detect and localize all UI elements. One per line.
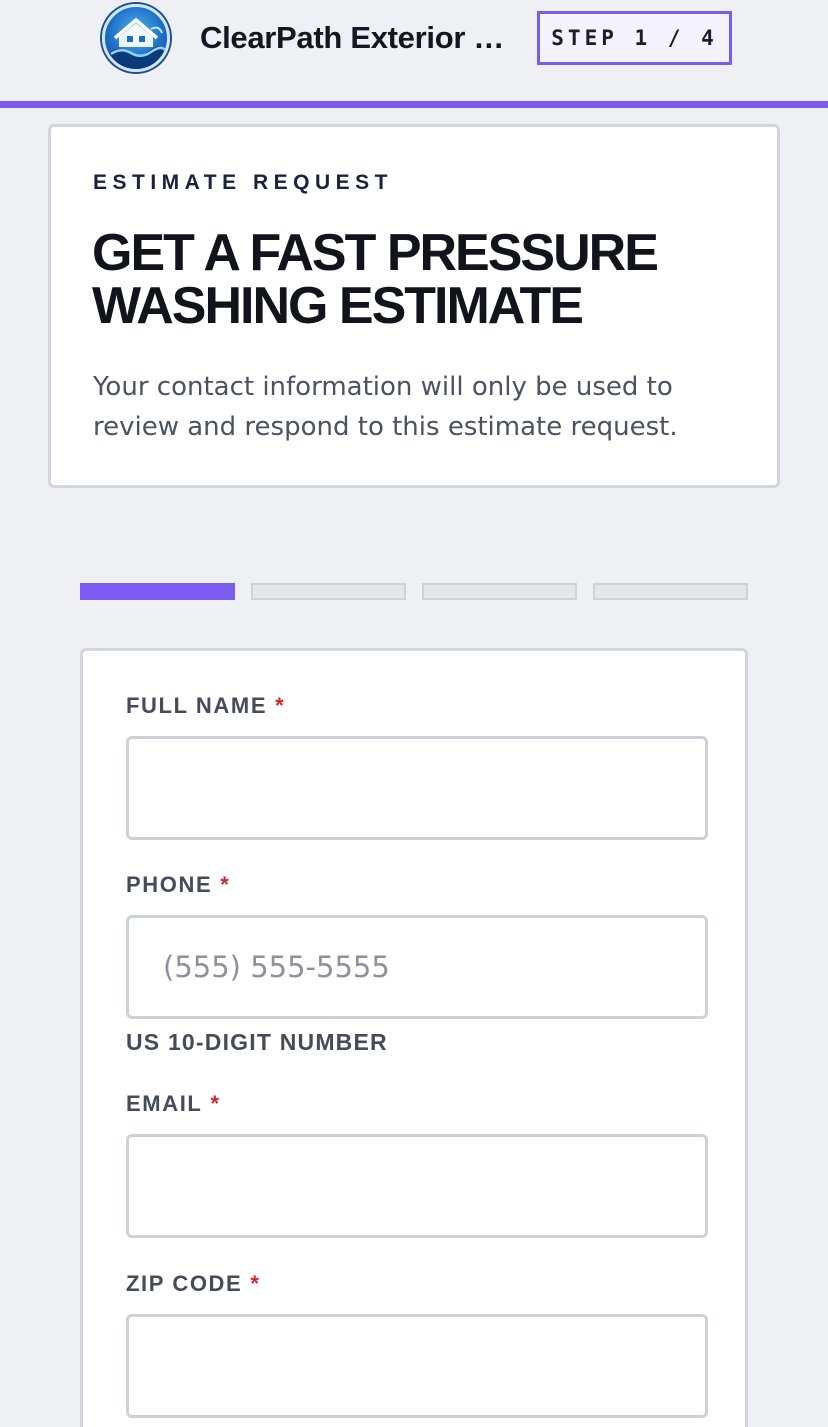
phone-hint: US 10-DIGIT NUMBER	[126, 1029, 388, 1055]
step-progress-bar	[80, 583, 748, 600]
brand-name[interactable]: ClearPath Exterior Pressure Washing	[200, 20, 515, 56]
required-asterisk: *	[220, 872, 231, 897]
eyebrow-label: ESTIMATE REQUEST	[93, 171, 393, 194]
email-label: EMAIL *	[126, 1091, 221, 1117]
intro-card: ESTIMATE REQUEST GET A FAST PRESSURE WAS…	[48, 124, 780, 488]
zip-code-label: ZIP CODE *	[126, 1271, 260, 1297]
phone-input[interactable]	[126, 915, 708, 1019]
zip-code-label-text: ZIP CODE	[126, 1271, 243, 1296]
required-asterisk: *	[210, 1091, 221, 1116]
step-indicator: STEP 1 / 4	[537, 11, 732, 65]
phone-label: PHONE *	[126, 872, 230, 898]
full-name-input[interactable]	[126, 736, 708, 840]
logo-graphic	[109, 18, 166, 69]
email-label-text: EMAIL	[126, 1091, 203, 1116]
progress-segment-1	[80, 583, 235, 600]
required-asterisk: *	[250, 1271, 261, 1296]
zip-code-input[interactable]	[126, 1314, 708, 1418]
privacy-note: Your contact information will only be us…	[93, 372, 678, 442]
progress-segment-4	[593, 583, 748, 600]
phone-label-text: PHONE	[126, 872, 213, 897]
house-wave-logo-icon[interactable]	[102, 4, 170, 72]
progress-segment-2	[251, 583, 406, 600]
full-name-label: FULL NAME *	[126, 693, 285, 719]
full-name-label-text: FULL NAME	[126, 693, 268, 718]
email-input[interactable]	[126, 1134, 708, 1238]
header-accent-rule	[0, 101, 828, 108]
required-asterisk: *	[275, 693, 286, 718]
page-title: GET A FAST PRESSURE WASHING ESTIMATE	[92, 224, 659, 335]
site-header: ClearPath Exterior Pressure Washing STEP…	[0, 0, 828, 102]
estimate-form: FULL NAME * PHONE * US 10-DIGIT NUMBER EMA…	[80, 648, 748, 1427]
progress-segment-3	[422, 583, 577, 600]
